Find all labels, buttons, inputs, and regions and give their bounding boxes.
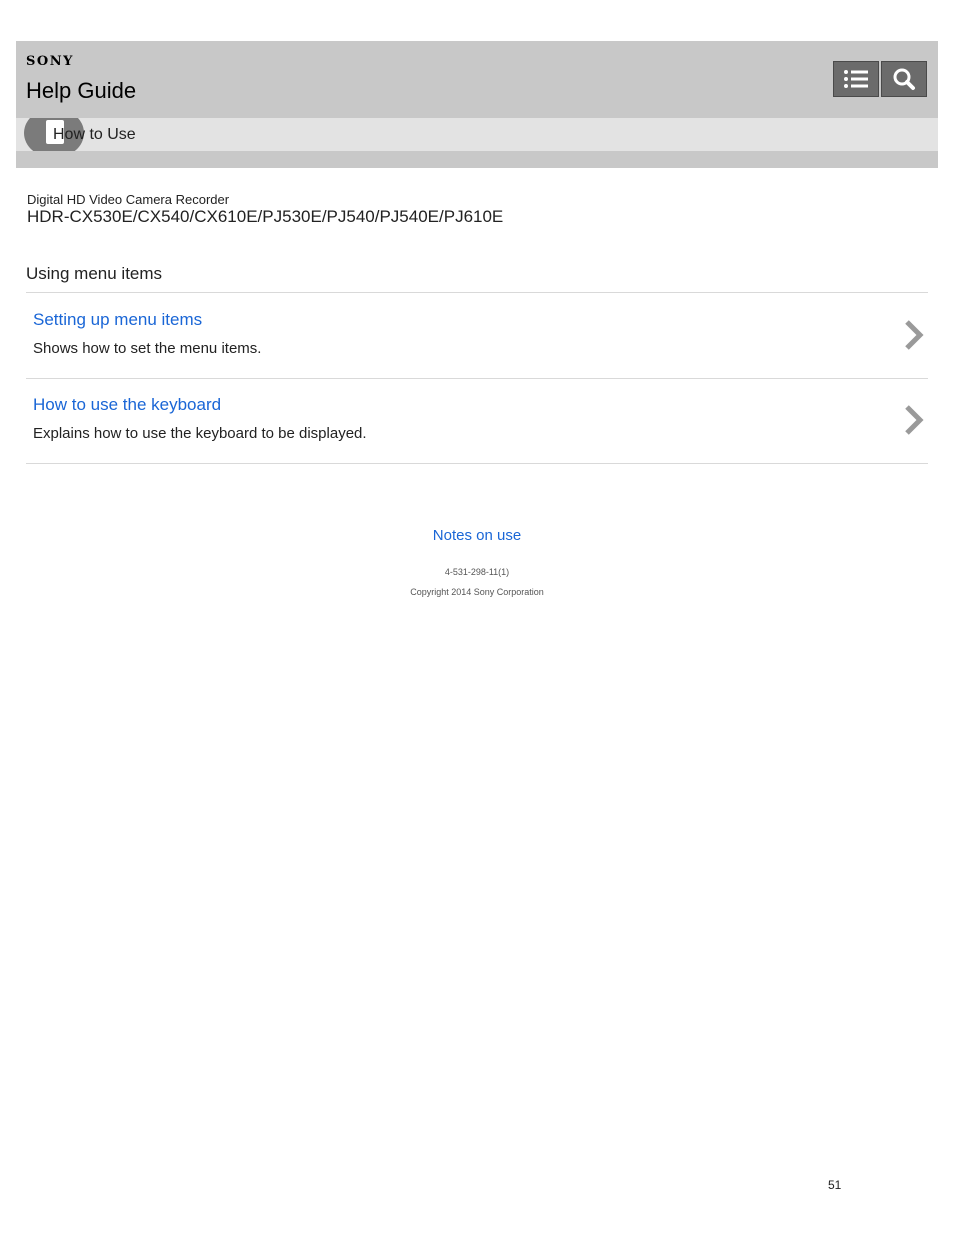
how-to-use-keyboard-description: Explains how to use the keyboard to be d… <box>33 425 367 442</box>
help-guide-title: Help Guide <box>26 78 137 103</box>
category-bar-bottom <box>16 151 938 168</box>
how-to-use-keyboard-link[interactable]: How to use the keyboard <box>33 395 221 415</box>
page-number: 51 <box>828 1178 842 1192</box>
section-title: Using menu items <box>26 264 163 283</box>
notes-on-use-link[interactable]: Notes on use <box>0 527 954 544</box>
list-icon <box>844 70 868 88</box>
product-models: HDR-CX530E/CX540/CX610E/PJ530E/PJ540/PJ5… <box>27 207 504 226</box>
sony-logo: SONY <box>26 54 74 69</box>
toc-button[interactable] <box>833 61 879 97</box>
category-bar: How to Use <box>16 118 938 151</box>
document-code: 4-531-298-11(1) <box>444 567 510 577</box>
product-type: Digital HD Video Camera Recorder <box>27 192 230 207</box>
setting-up-menu-items-link[interactable]: Setting up menu items <box>33 310 202 330</box>
divider <box>26 292 928 293</box>
setting-up-menu-items-description: Shows how to set the menu items. <box>33 340 262 357</box>
category-label[interactable]: How to Use <box>53 126 136 144</box>
copyright: Copyright 2014 Sony Corporation <box>410 587 544 597</box>
chevron-right-icon[interactable] <box>902 318 926 352</box>
divider <box>26 378 928 379</box>
site-header: SONY Help Guide <box>16 41 938 118</box>
divider <box>26 463 928 464</box>
chevron-right-icon[interactable] <box>902 403 926 437</box>
search-button[interactable] <box>881 61 927 97</box>
search-icon <box>893 68 915 90</box>
